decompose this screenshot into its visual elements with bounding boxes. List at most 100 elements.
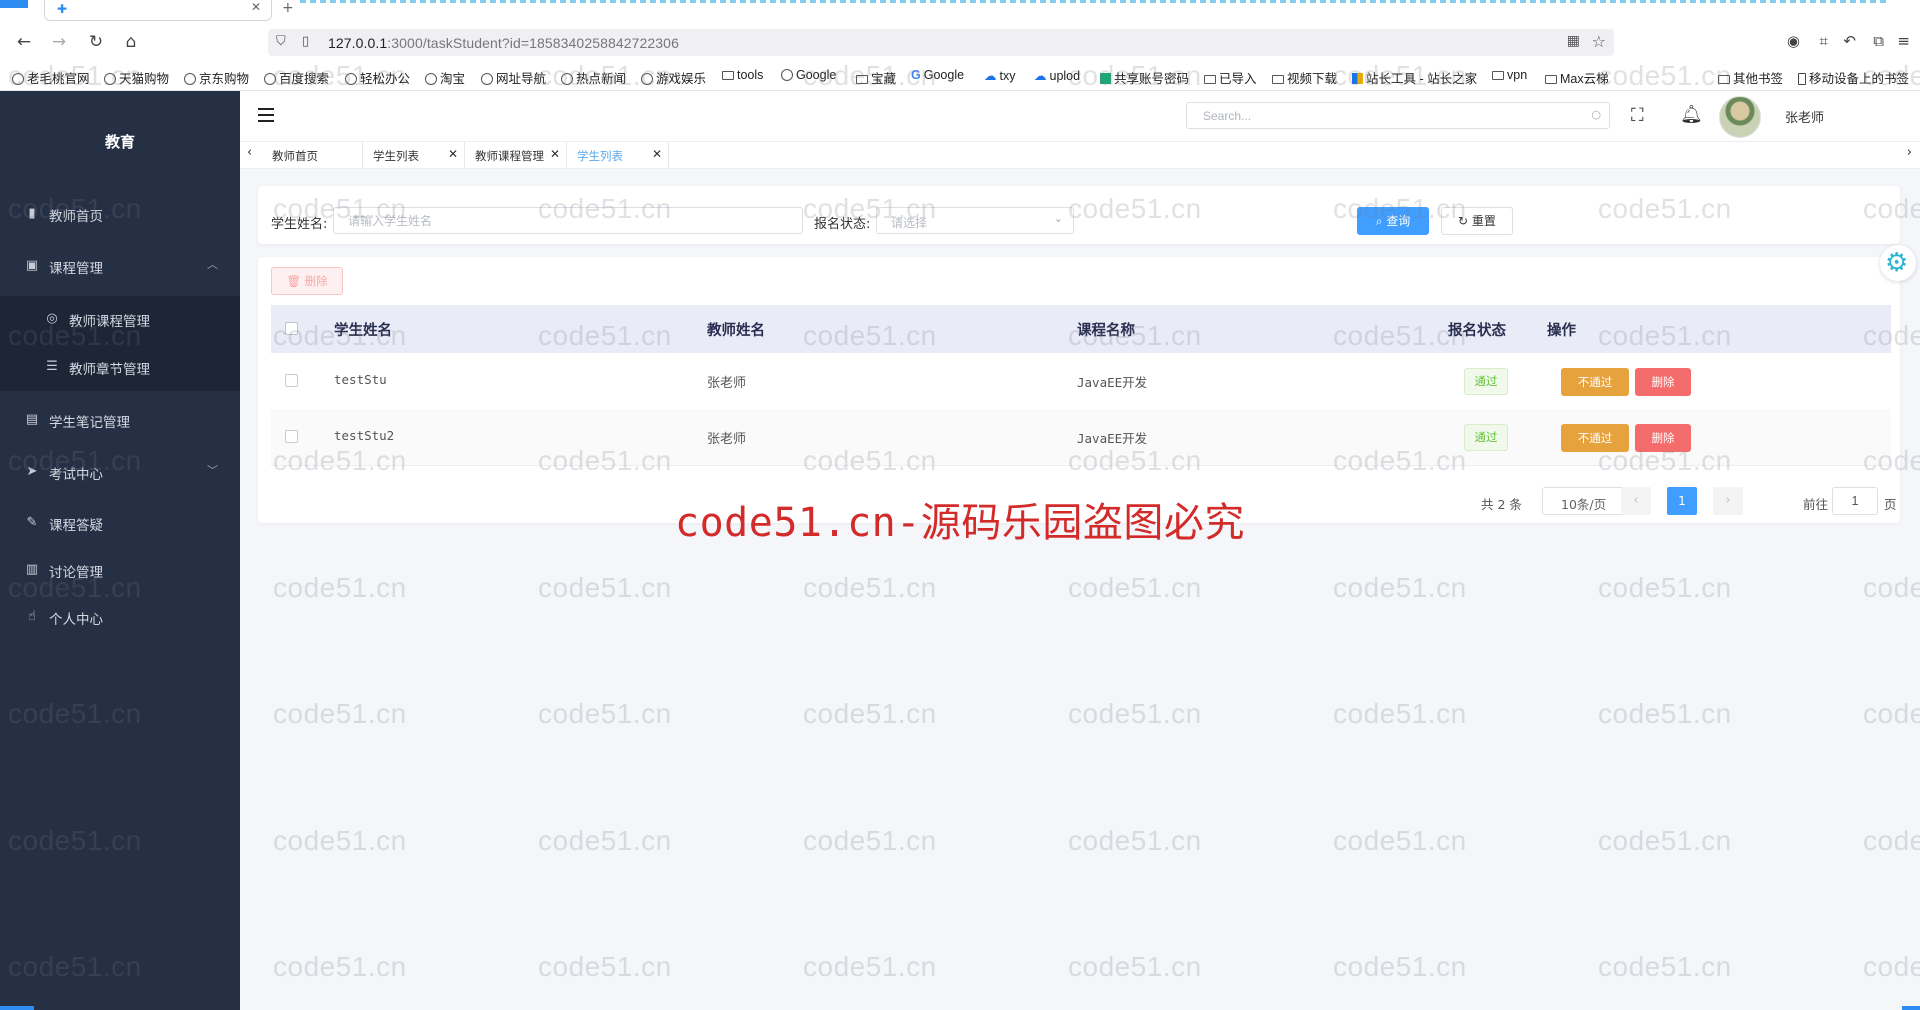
tab-close-icon[interactable]: ✕ [251, 0, 261, 14]
bookmark-folder[interactable]: 视频下载 [1272, 68, 1337, 87]
next-page-button[interactable]: › [1713, 487, 1743, 515]
qr-code-icon[interactable]: ▦ [1567, 33, 1580, 49]
table-row: testStu2 张老师 JavaEE开发 通过 不通过 删除 [271, 409, 1891, 466]
bookmark-folder[interactable]: 宝藏 [856, 68, 896, 87]
header-search: ○ [1186, 102, 1610, 129]
bookmark-item[interactable]: ☁ uplod [1034, 68, 1080, 83]
forward-icon[interactable]: → [49, 32, 69, 52]
globe-icon [12, 73, 24, 85]
tag-student-list[interactable]: 学生列表 ✕ [363, 142, 465, 168]
bookmark-item[interactable]: G Google [911, 68, 964, 82]
watermark-text: code51.cn [1068, 572, 1202, 603]
account-icon[interactable]: ◉ [1787, 32, 1800, 50]
bookmark-item[interactable]: 老毛桃官网 [12, 68, 90, 87]
sidebar-item-profile[interactable]: ☝ 个人中心 [0, 593, 240, 641]
username[interactable]: 张老师 [1785, 107, 1824, 126]
sidebar-item-student-notes[interactable]: ▤ 学生笔记管理 [0, 396, 240, 444]
bookmark-folder[interactable]: tools [722, 68, 763, 82]
circle-icon: ◎ [46, 311, 58, 326]
reload-icon[interactable]: ↻ [86, 32, 106, 52]
bell-icon[interactable]: 🔔︎ [1680, 104, 1703, 125]
document-icon: ▤ [25, 412, 39, 427]
bookmark-folder[interactable]: vpn [1492, 68, 1527, 82]
close-icon[interactable]: ✕ [448, 147, 458, 161]
watermark-text: code51.cn [1333, 951, 1467, 982]
settings-float-button[interactable]: ⚙ [1880, 245, 1916, 281]
bookmark-folder[interactable]: 移动设备上的书签 [1798, 68, 1909, 87]
browser-tab[interactable]: ✚ ✕ [44, 0, 272, 21]
crop-icon[interactable]: ⌗ [1820, 32, 1828, 50]
sidebar-item-teacher-chapters[interactable]: ☰ 教师章节管理 [0, 344, 240, 390]
scroll-indicator [0, 1006, 34, 1010]
browser-menu-icon[interactable] [0, 0, 28, 8]
hamburger-icon[interactable] [258, 108, 274, 122]
select-all-checkbox[interactable] [285, 322, 298, 335]
site-icon [1352, 73, 1363, 84]
bookmark-item[interactable]: 轻松办公 [345, 68, 410, 87]
goto-label: 前往 [1803, 497, 1829, 512]
cloud-icon: ☁ [984, 69, 997, 83]
row-checkbox[interactable] [285, 374, 298, 387]
undo-icon[interactable]: ↶ [1843, 32, 1856, 50]
brand-title: 教育 [104, 133, 135, 151]
bookmark-item[interactable]: 热点新闻 [561, 68, 626, 87]
bookmark-item[interactable]: 天猫购物 [104, 68, 169, 87]
watermark-text: code51.cn [1863, 951, 1920, 982]
bookmark-item[interactable]: Google [781, 68, 836, 82]
home-icon[interactable]: ⌂ [121, 32, 141, 52]
header-search-input[interactable] [1201, 103, 1595, 129]
delete-button[interactable]: 删除 [1635, 368, 1691, 396]
goto-page-input[interactable] [1832, 487, 1878, 515]
url-text[interactable]: 127.0.0.1:3000/taskStudent?id=1858340258… [328, 35, 679, 51]
bookmark-item[interactable]: 淘宝 [425, 68, 465, 87]
new-tab-icon[interactable]: + [282, 0, 294, 16]
back-icon[interactable]: ← [14, 32, 34, 52]
sidebar-item-exam-center[interactable]: ➤ 考试中心 ﹀ [0, 448, 240, 496]
query-button[interactable]: ⌕ 查询 [1357, 207, 1429, 235]
reject-button[interactable]: 不通过 [1561, 368, 1629, 396]
folder-icon [1718, 75, 1730, 84]
sidebar-item-course-qa[interactable]: ✎ 课程答疑 [0, 499, 240, 547]
bookmark-item[interactable]: 京东购物 [184, 68, 249, 87]
student-name-input[interactable] [333, 207, 803, 234]
bookmark-item[interactable]: 游戏娱乐 [641, 68, 706, 87]
url-bar[interactable]: ⛉ ▯ 127.0.0.1:3000/taskStudent?id=185834… [268, 29, 1614, 56]
row-checkbox[interactable] [285, 430, 298, 443]
sidebar-item-teacher-courses[interactable]: ◎ 教师课程管理 [0, 296, 240, 342]
extensions-icon[interactable]: ⧉ [1873, 32, 1884, 50]
prev-page-button[interactable]: ‹ [1621, 487, 1651, 515]
watermark-text: code51.cn [273, 825, 407, 856]
bookmark-item[interactable]: 共享账号密码 [1100, 68, 1189, 87]
bookmark-item[interactable]: 百度搜索 [264, 68, 329, 87]
chevron-right-icon[interactable]: › [1907, 145, 1912, 160]
tag-student-list-active[interactable]: 学生列表 ✕ [567, 142, 669, 168]
sidebar-item-discussion[interactable]: ▥ 讨论管理 [0, 546, 240, 594]
bookmark-folder[interactable]: 其他书签 [1718, 68, 1783, 87]
avatar[interactable] [1719, 96, 1761, 138]
bookmark-item[interactable]: 网址导航 [481, 68, 546, 87]
status-select[interactable]: 请选择 ⌄ [876, 207, 1074, 234]
bookmark-item[interactable]: 站长工具 - 站长之家 [1352, 68, 1477, 87]
fullscreen-icon[interactable]: ⛶ [1631, 105, 1644, 126]
reject-button[interactable]: 不通过 [1561, 424, 1629, 452]
batch-delete-button[interactable]: 🗑︎ 删除 [271, 267, 343, 295]
cloud-icon: ☁ [1034, 69, 1047, 83]
page-number-current[interactable]: 1 [1667, 487, 1697, 515]
tag-teacher-home[interactable]: 教师首页 [262, 142, 363, 168]
chevron-down-icon: ﹀ [207, 464, 218, 477]
bookmark-item[interactable]: ☁ txy [984, 68, 1015, 83]
close-icon[interactable]: ✕ [652, 147, 662, 161]
search-icon[interactable]: ○ [1591, 108, 1601, 121]
chevron-left-icon[interactable]: ‹ [247, 145, 252, 160]
sidebar-item-course-management[interactable]: ▣ 课程管理 ︿ [0, 242, 240, 290]
star-icon[interactable]: ☆ [1592, 32, 1606, 51]
reset-button[interactable]: ↻ 重置 [1441, 207, 1513, 235]
bookmark-folder[interactable]: Max云梯 [1545, 68, 1609, 87]
menu-icon[interactable]: ≡ [1897, 32, 1910, 50]
tag-teacher-courses[interactable]: 教师课程管理 ✕ [465, 142, 567, 168]
folder-icon [1545, 75, 1557, 84]
close-icon[interactable]: ✕ [550, 147, 560, 161]
sidebar-item-teacher-home[interactable]: ▮ 教师首页 [0, 190, 240, 238]
delete-button[interactable]: 删除 [1635, 424, 1691, 452]
bookmark-folder[interactable]: 已导入 [1204, 68, 1257, 87]
